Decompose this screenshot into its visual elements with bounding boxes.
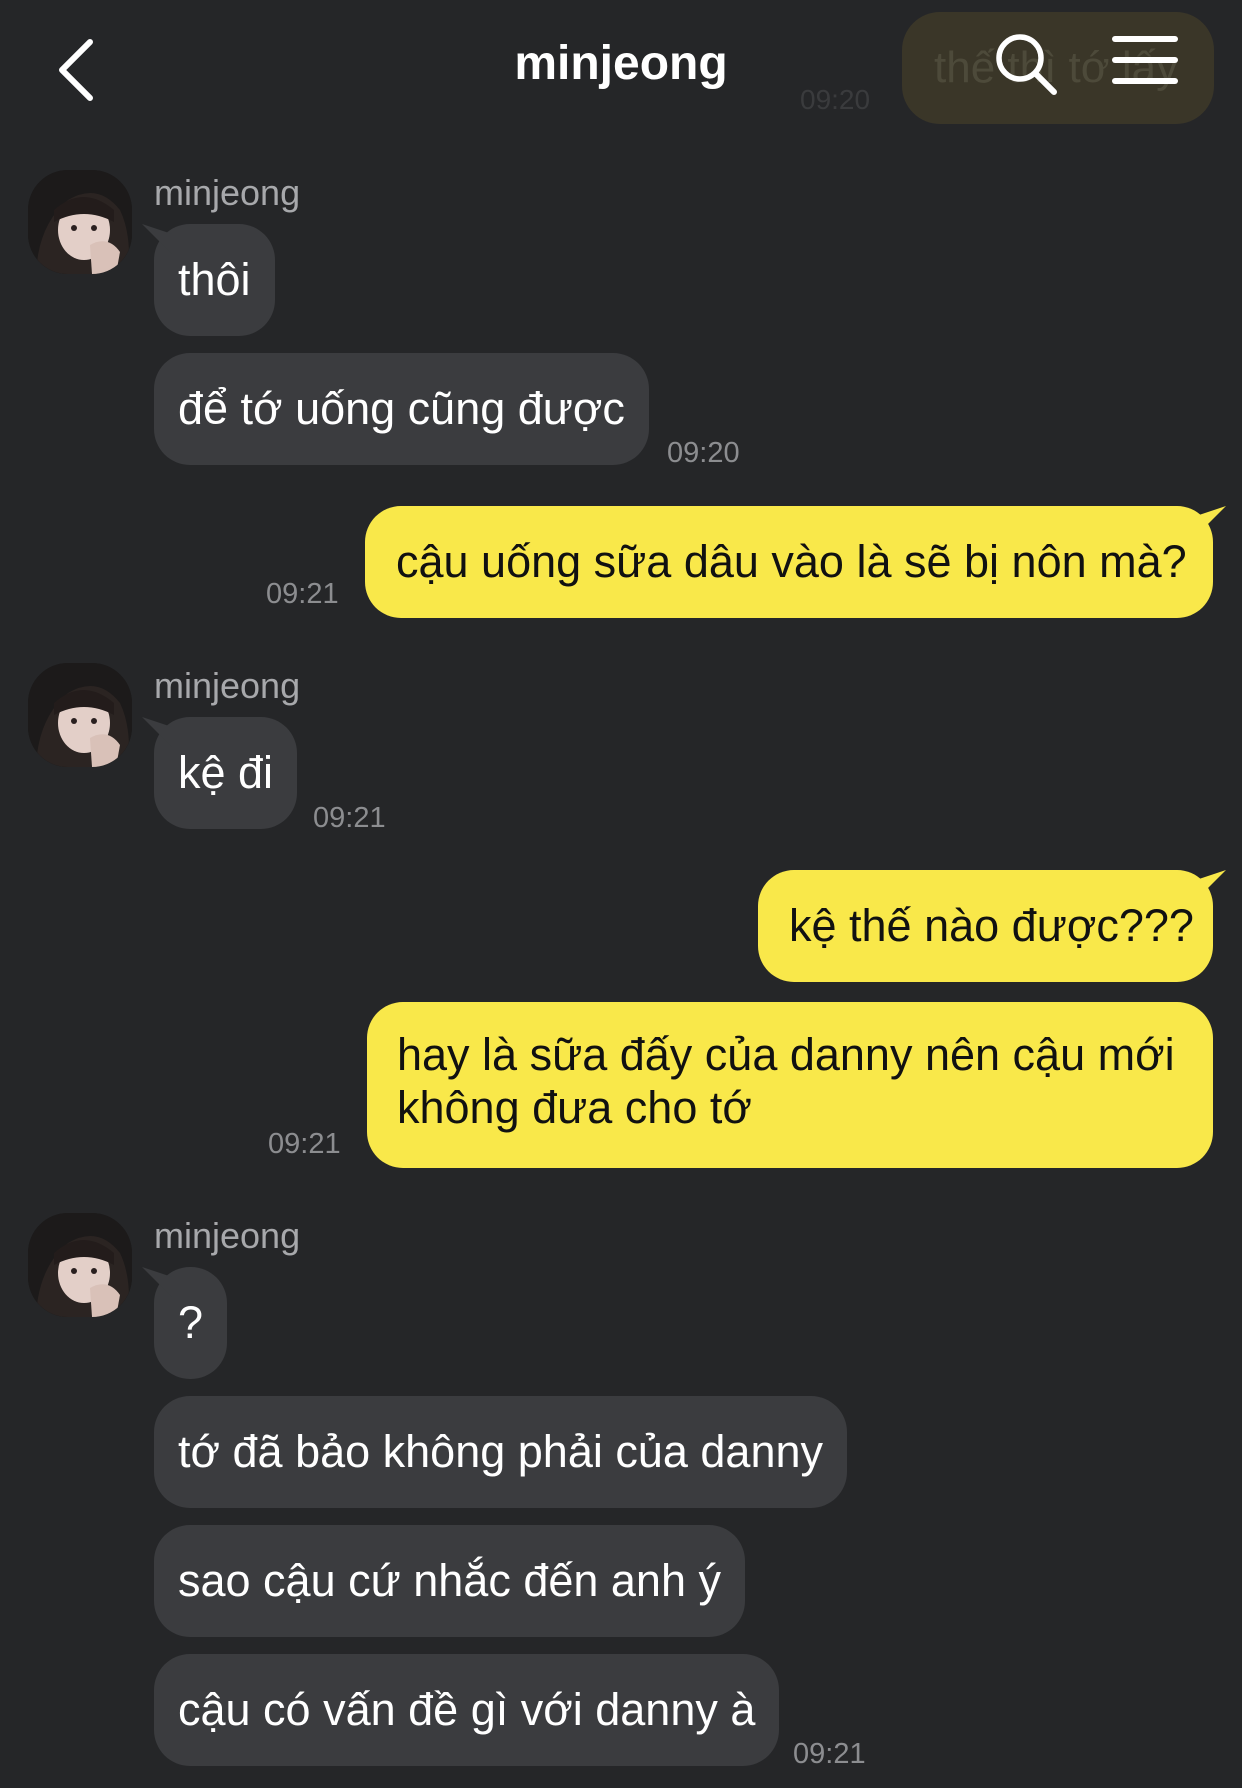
outgoing-message[interactable]: hay là sữa đấy của danny nên cậu mới khô…	[367, 1002, 1213, 1168]
bubble-tail	[1196, 870, 1226, 900]
avatar[interactable]	[28, 663, 132, 767]
sender-name: minjeong	[154, 1215, 301, 1256]
avatar[interactable]	[28, 1213, 132, 1317]
message-time: 09:21	[793, 1738, 866, 1770]
bubble-tail	[1196, 506, 1226, 536]
outgoing-message[interactable]: kệ thế nào được???	[758, 870, 1213, 982]
incoming-message[interactable]: sao cậu cứ nhắc đến anh ý	[154, 1525, 745, 1637]
sender-name: minjeong	[154, 665, 301, 706]
sender-name: minjeong	[154, 172, 301, 213]
incoming-message[interactable]: kệ đi	[154, 717, 298, 829]
menu-icon	[1112, 36, 1178, 84]
message-time: 09:21	[313, 802, 386, 834]
avatar-photo	[28, 1213, 132, 1317]
incoming-message[interactable]: để tớ uống cũng được	[154, 353, 649, 465]
search-icon	[996, 34, 1057, 95]
avatar-photo	[28, 170, 132, 274]
search-button[interactable]	[992, 30, 1062, 100]
bubble-tail	[142, 717, 172, 747]
bubble-tail	[142, 1267, 172, 1297]
menu-button[interactable]	[1112, 36, 1178, 92]
outgoing-message[interactable]: cậu uống sữa dâu vào là sẽ bị nôn mà?	[365, 506, 1213, 618]
avatar-photo	[28, 663, 132, 767]
message-time: 09:20	[667, 437, 740, 469]
incoming-message[interactable]: cậu có vấn đề gì với danny à	[154, 1654, 780, 1766]
chat-screen: thế thì tớ lấy 09:20 minjeong minjeong t…	[0, 0, 1242, 1788]
incoming-message[interactable]: thôi	[154, 224, 275, 336]
message-time: 09:21	[266, 578, 339, 610]
message-time: 09:21	[268, 1128, 341, 1160]
avatar[interactable]	[28, 170, 132, 274]
bubble-tail	[142, 224, 172, 254]
incoming-message[interactable]: tớ đã bảo không phải của danny	[154, 1396, 848, 1508]
